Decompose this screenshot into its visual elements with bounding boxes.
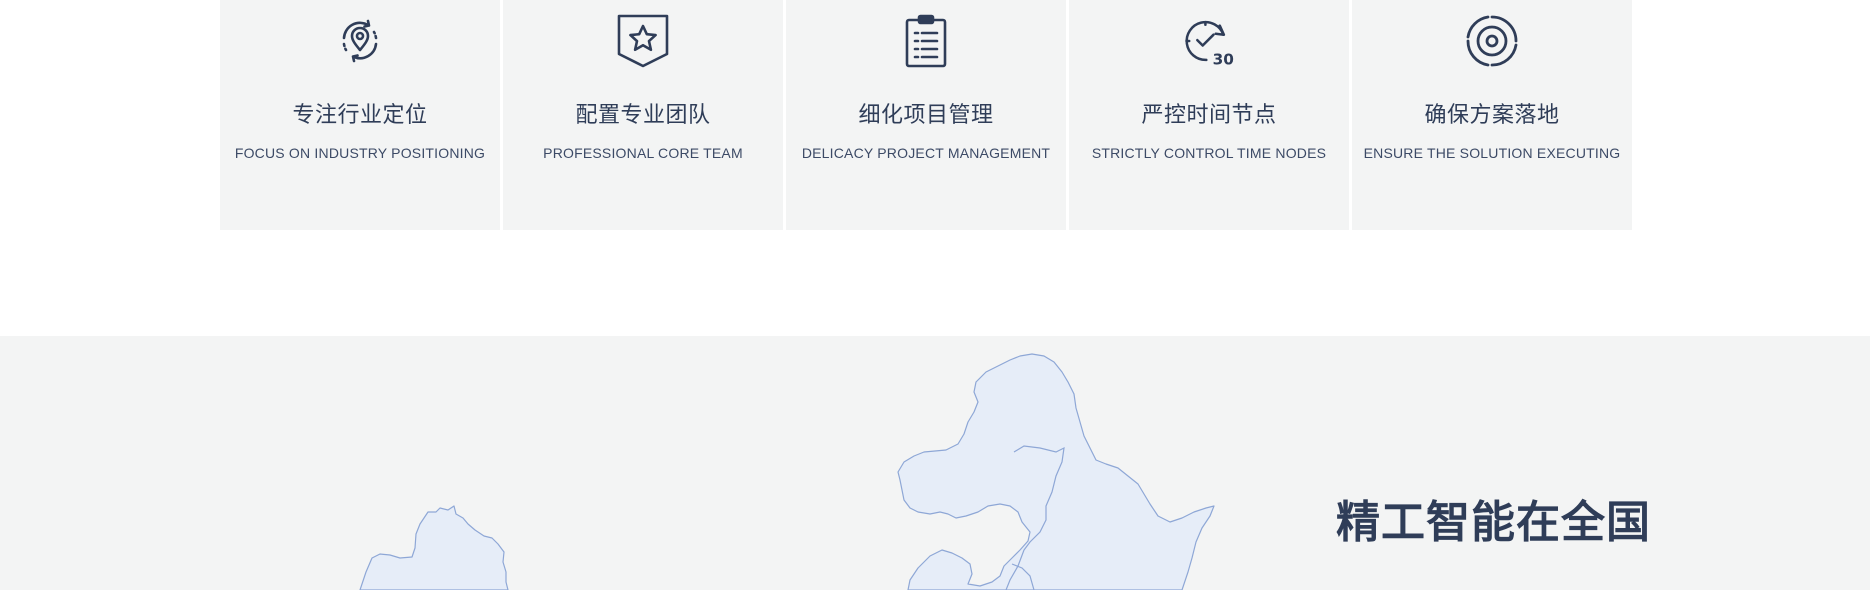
china-map: [359, 353, 1215, 590]
feature-subtitle: FOCUS ON INDUSTRY POSITIONING: [234, 145, 486, 161]
location-pin-cycle-icon: [333, 14, 387, 68]
nationwide-map-section: 精工智能在全国: [0, 336, 1870, 590]
star-shield-icon: [616, 14, 670, 68]
clock-check-30-icon: 30: [1182, 14, 1236, 68]
feature-cards-row: 专注行业定位 FOCUS ON INDUSTRY POSITIONING 配置专…: [220, 0, 1632, 230]
feature-card-industry-positioning: 专注行业定位 FOCUS ON INDUSTRY POSITIONING: [220, 0, 500, 230]
svg-text:30: 30: [1213, 50, 1234, 68]
feature-card-core-team: 配置专业团队 PROFESSIONAL CORE TEAM: [503, 0, 783, 230]
map-region-west: [359, 505, 509, 590]
map-region-northeast: [897, 353, 1215, 590]
clipboard-list-icon: [899, 14, 953, 68]
feature-title: 严控时间节点: [1141, 103, 1277, 128]
feature-title: 专注行业定位: [292, 103, 428, 128]
feature-subtitle: STRICTLY CONTROL TIME NODES: [1091, 145, 1327, 161]
feature-card-time-nodes: 30 严控时间节点 STRICTLY CONTROL TIME NODES: [1069, 0, 1349, 230]
map-section-heading: 精工智能在全国: [1336, 497, 1651, 548]
target-icon: [1465, 14, 1519, 68]
feature-title: 细化项目管理: [858, 103, 994, 128]
feature-subtitle: ENSURE THE SOLUTION EXECUTING: [1363, 145, 1621, 161]
feature-subtitle: PROFESSIONAL CORE TEAM: [543, 145, 743, 161]
feature-card-solution-executing: 确保方案落地 ENSURE THE SOLUTION EXECUTING: [1352, 0, 1632, 230]
feature-title: 确保方案落地: [1424, 103, 1560, 128]
feature-card-project-management: 细化项目管理 DELICACY PROJECT MANAGEMENT: [786, 0, 1066, 230]
feature-title: 配置专业团队: [575, 103, 711, 128]
feature-subtitle: DELICACY PROJECT MANAGEMENT: [801, 145, 1051, 161]
